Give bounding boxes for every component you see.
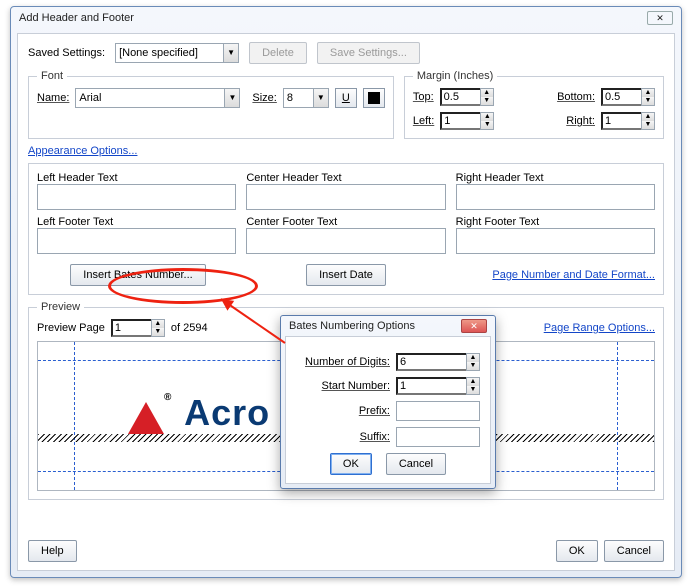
preview-legend: Preview (37, 301, 84, 313)
bates-options-dialog: Bates Numbering Options ✕ Number of Digi… (280, 315, 496, 489)
text-fields-group: Left Header Text Center Header Text Righ… (28, 163, 664, 295)
margin-top-spin[interactable]: ▲▼ (440, 88, 494, 106)
saved-settings-combo[interactable]: ▼ (115, 43, 239, 63)
left-footer-label: Left Footer Text (37, 216, 236, 228)
adobe-logo-icon (128, 402, 164, 434)
window-title: Add Header and Footer (19, 12, 134, 24)
modal-title: Bates Numbering Options (289, 320, 415, 332)
margin-right-spin[interactable]: ▲▼ (601, 112, 655, 130)
margin-left-spin[interactable]: ▲▼ (440, 112, 494, 130)
margin-group: Margin (Inches) Top: ▲▼ Bottom: ▲▼ Left:… (404, 70, 664, 139)
font-name-label: Name: (37, 92, 69, 104)
save-settings-button[interactable]: Save Settings... (317, 42, 420, 64)
chevron-down-icon[interactable]: ▼ (224, 88, 240, 108)
main-window: Add Header and Footer ✕ Saved Settings: … (10, 6, 682, 578)
preview-page-label: Preview Page (37, 322, 105, 334)
modal-ok-button[interactable]: OK (330, 453, 372, 475)
delete-button[interactable]: Delete (249, 42, 307, 64)
center-footer-label: Center Footer Text (246, 216, 445, 228)
digits-spin[interactable]: ▲▼ (396, 353, 480, 371)
margin-bottom-label: Bottom: (557, 91, 595, 103)
right-header-input[interactable] (456, 184, 655, 210)
left-header-input[interactable] (37, 184, 236, 210)
cancel-button[interactable]: Cancel (604, 540, 664, 562)
font-name-combo[interactable]: ▼ (75, 88, 240, 108)
font-size-combo[interactable]: ▼ (283, 88, 329, 108)
digits-label: Number of Digits: (305, 356, 390, 368)
insert-date-button[interactable]: Insert Date (306, 264, 386, 286)
titlebar: Add Header and Footer ✕ (11, 7, 681, 29)
start-spin[interactable]: ▲▼ (396, 377, 480, 395)
font-color-button[interactable] (363, 88, 385, 108)
margin-right-label: Right: (566, 115, 595, 127)
saved-settings-value[interactable] (115, 43, 223, 63)
prefix-label: Prefix: (359, 405, 390, 417)
margin-left-label: Left: (413, 115, 434, 127)
right-header-label: Right Header Text (456, 172, 655, 184)
close-icon[interactable]: ✕ (647, 11, 673, 25)
appearance-options-link[interactable]: Appearance Options... (28, 145, 137, 157)
page-format-link[interactable]: Page Number and Date Format... (492, 269, 655, 281)
saved-settings-label: Saved Settings: (28, 47, 105, 59)
margin-top-label: Top: (413, 91, 434, 103)
font-name-value[interactable] (75, 88, 224, 108)
prefix-input[interactable] (396, 401, 480, 421)
modal-close-icon[interactable]: ✕ (461, 319, 487, 333)
center-header-label: Center Header Text (246, 172, 445, 184)
start-label: Start Number: (322, 380, 390, 392)
font-size-label: Size: (252, 92, 276, 104)
right-footer-label: Right Footer Text (456, 216, 655, 228)
left-header-label: Left Header Text (37, 172, 236, 184)
font-size-value[interactable] (283, 88, 313, 108)
margin-legend: Margin (Inches) (413, 70, 497, 82)
chevron-down-icon[interactable]: ▼ (313, 88, 329, 108)
insert-bates-button[interactable]: Insert Bates Number... (70, 264, 205, 286)
margin-bottom-spin[interactable]: ▲▼ (601, 88, 655, 106)
ok-button[interactable]: OK (556, 540, 598, 562)
center-header-input[interactable] (246, 184, 445, 210)
font-group: Font Name: ▼ Size: ▼ U (28, 70, 394, 139)
underline-icon[interactable]: U (335, 88, 357, 108)
page-range-link[interactable]: Page Range Options... (544, 322, 655, 334)
client-area: Saved Settings: ▼ Delete Save Settings..… (17, 33, 675, 571)
modal-cancel-button[interactable]: Cancel (386, 453, 446, 475)
center-footer-input[interactable] (246, 228, 445, 254)
font-legend: Font (37, 70, 67, 82)
help-button[interactable]: Help (28, 540, 77, 562)
suffix-input[interactable] (396, 427, 480, 447)
chevron-down-icon[interactable]: ▼ (223, 43, 239, 63)
right-footer-input[interactable] (456, 228, 655, 254)
suffix-label: Suffix: (360, 431, 390, 443)
preview-of-text: of 2594 (171, 322, 208, 334)
preview-page-spin[interactable]: ▲▼ (111, 319, 165, 337)
left-footer-input[interactable] (37, 228, 236, 254)
